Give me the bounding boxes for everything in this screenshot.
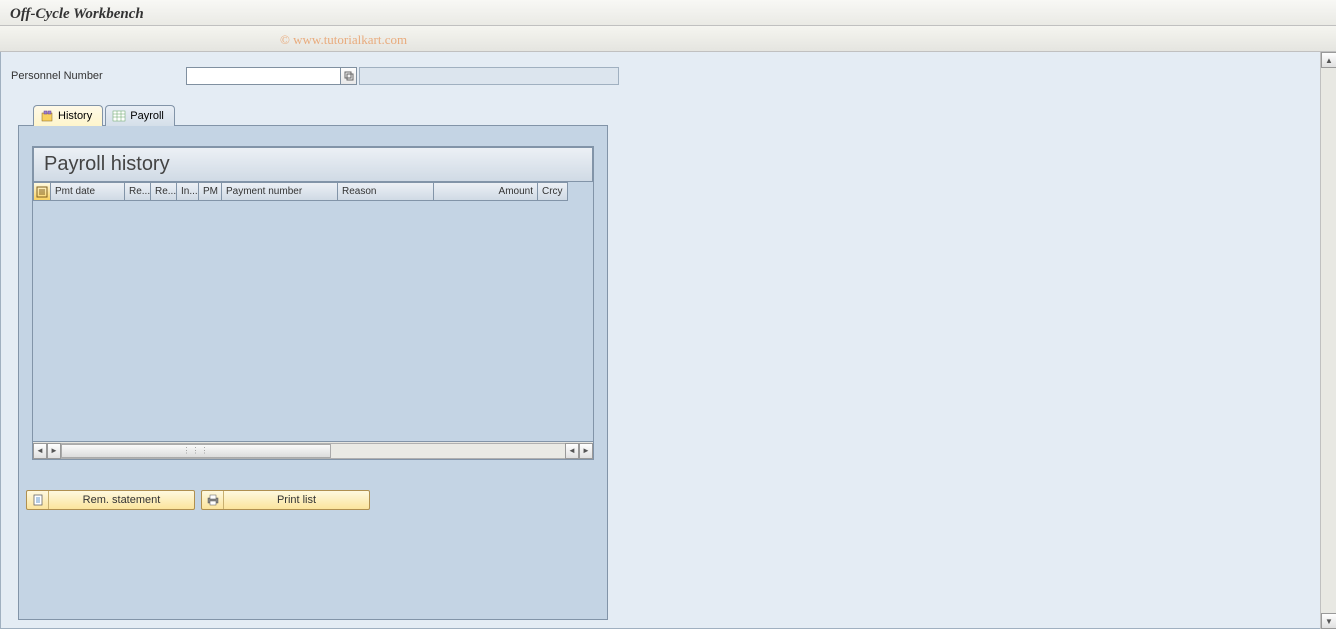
personnel-number-input[interactable] xyxy=(186,67,341,85)
application-toolbar xyxy=(0,26,1336,52)
col-pm[interactable]: PM xyxy=(199,182,222,201)
scroll-grip-icon: ⋮⋮⋮ xyxy=(183,446,210,455)
action-button-row: Rem. statement Print list xyxy=(26,490,602,510)
col-crcy[interactable]: Crcy xyxy=(538,182,568,201)
horizontal-scrollbar: ◄ ► ⋮⋮⋮ ◄ ► xyxy=(33,441,593,459)
scroll-thumb[interactable]: ⋮⋮⋮ xyxy=(61,444,331,458)
scroll-right-button[interactable]: ► xyxy=(579,443,593,459)
col-reason[interactable]: Reason xyxy=(338,182,434,201)
table-header-row: Pmt date Re... Re... In... PM Payment nu… xyxy=(33,182,593,201)
print-list-button[interactable]: Print list xyxy=(201,490,370,510)
scroll-right-button-inner[interactable]: ► xyxy=(47,443,61,459)
print-icon xyxy=(202,491,224,509)
tab-payroll-label: Payroll xyxy=(130,110,164,122)
col-re2[interactable]: Re... xyxy=(151,182,177,201)
col-payment-number[interactable]: Payment number xyxy=(222,182,338,201)
vertical-scrollbar: ▲ ▼ xyxy=(1320,52,1336,629)
col-in[interactable]: In... xyxy=(177,182,199,201)
tab-strip: History Payroll xyxy=(33,105,1325,126)
tab-history[interactable]: History xyxy=(33,105,103,126)
personnel-input-wrapper xyxy=(186,67,357,85)
payroll-history-table: Payroll history Pmt date Re... Re... In.… xyxy=(32,146,594,460)
scroll-left-button-outer[interactable]: ◄ xyxy=(565,443,579,459)
page-header: Off-Cycle Workbench xyxy=(0,0,1336,26)
scroll-track[interactable]: ⋮⋮⋮ xyxy=(61,443,565,459)
main-content: Personnel Number History xyxy=(0,52,1336,629)
table-body xyxy=(33,201,593,441)
page-title: Off-Cycle Workbench xyxy=(10,6,144,22)
scroll-down-button[interactable]: ▼ xyxy=(1321,613,1336,629)
col-re1[interactable]: Re... xyxy=(125,182,151,201)
document-icon xyxy=(27,491,49,509)
col-pmt-date[interactable]: Pmt date xyxy=(51,182,125,201)
scroll-up-button[interactable]: ▲ xyxy=(1321,52,1336,68)
select-all-button[interactable] xyxy=(33,182,51,201)
rem-statement-button[interactable]: Rem. statement xyxy=(26,490,195,510)
tab-payroll[interactable]: Payroll xyxy=(105,105,175,126)
tab-history-label: History xyxy=(58,110,92,122)
search-help-icon[interactable] xyxy=(341,67,357,85)
history-icon xyxy=(40,109,54,123)
personnel-description-field xyxy=(359,67,619,85)
rem-statement-label: Rem. statement xyxy=(49,494,194,506)
payroll-history-heading: Payroll history xyxy=(44,153,170,176)
section-heading-cell: Payroll history xyxy=(33,147,593,182)
payroll-icon xyxy=(112,109,126,123)
scroll-left-button[interactable]: ◄ xyxy=(33,443,47,459)
tab-content-panel: Payroll history Pmt date Re... Re... In.… xyxy=(18,125,608,620)
col-amount[interactable]: Amount xyxy=(434,182,538,201)
personnel-number-row: Personnel Number xyxy=(11,67,1325,85)
personnel-number-label: Personnel Number xyxy=(11,70,186,82)
print-list-label: Print list xyxy=(224,494,369,506)
